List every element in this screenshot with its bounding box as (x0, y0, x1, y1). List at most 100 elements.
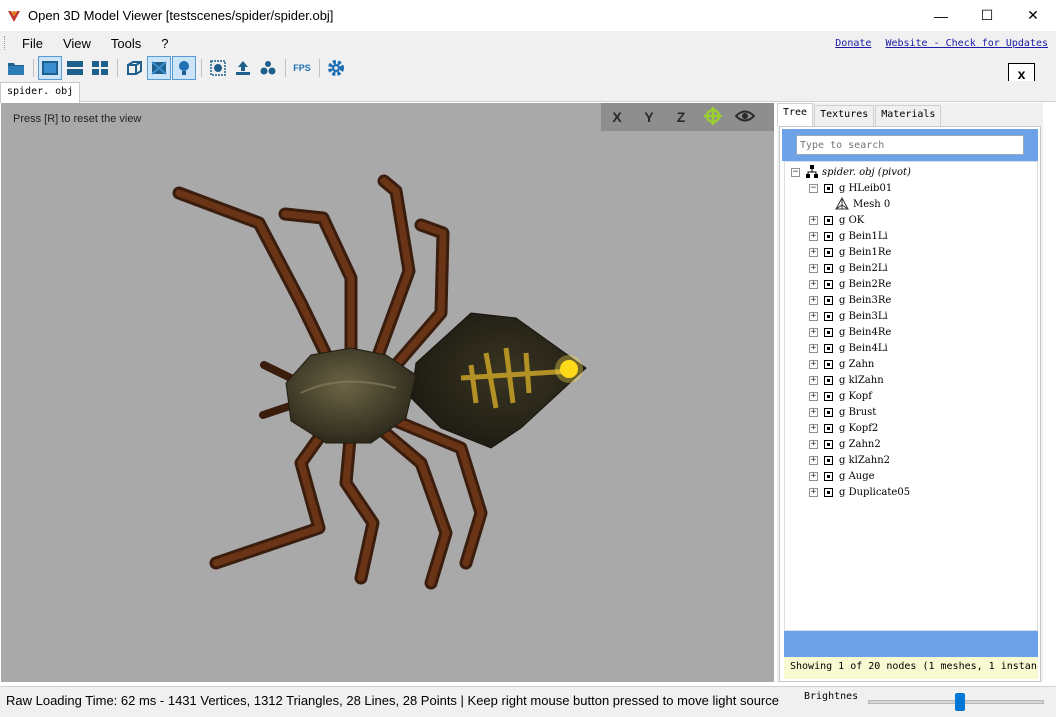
search-input[interactable] (796, 135, 1024, 155)
expand-icon[interactable]: + (809, 343, 818, 353)
menu-tools[interactable]: Tools (101, 36, 151, 51)
node-checkbox[interactable] (824, 279, 833, 289)
collapse-icon[interactable]: − (791, 167, 800, 177)
collapse-icon[interactable]: − (809, 183, 818, 193)
tree-node[interactable]: + g Bein4Re (809, 324, 891, 340)
website-link[interactable]: Website - Check for Updates (885, 38, 1048, 49)
single-view-button[interactable] (38, 56, 62, 80)
donate-link[interactable]: Donate (835, 38, 871, 49)
node-checkbox[interactable] (824, 439, 833, 449)
expand-icon[interactable]: + (809, 231, 818, 241)
tree-node[interactable]: + g Bein3Li (809, 308, 888, 324)
eye-icon[interactable] (729, 109, 761, 126)
axis-y-button[interactable]: Y (633, 109, 665, 125)
tree-node[interactable]: + g Brust (809, 404, 876, 420)
zoom-fit-button[interactable] (206, 56, 230, 80)
two-views-button[interactable] (63, 56, 87, 80)
tab-textures[interactable]: Textures (814, 105, 875, 126)
node-checkbox[interactable] (824, 423, 833, 433)
menu-view[interactable]: View (53, 36, 101, 51)
toolbar-separator (319, 59, 320, 77)
node-checkbox[interactable] (824, 359, 833, 369)
expand-icon[interactable]: + (809, 263, 818, 273)
minimize-button[interactable]: — (918, 0, 964, 31)
tree-node[interactable]: + g Kopf2 (809, 420, 878, 436)
wireframe-button[interactable] (122, 56, 146, 80)
brightness-slider-thumb[interactable] (955, 693, 965, 711)
tab-tree[interactable]: Tree (777, 103, 814, 126)
tree-node[interactable]: + g Bein4Li (809, 340, 888, 356)
tree-node[interactable]: + g Duplicate05 (809, 484, 910, 500)
3d-viewport[interactable]: Press [R] to reset the view X Y Z (1, 103, 774, 682)
expand-icon[interactable]: + (809, 439, 818, 449)
expand-icon[interactable]: + (809, 327, 818, 337)
expand-icon[interactable]: + (809, 455, 818, 465)
tree-node[interactable]: + g Bein1Li (809, 228, 888, 244)
close-window-button[interactable]: ✕ (1010, 0, 1056, 31)
node-checkbox[interactable] (824, 231, 833, 241)
expand-icon[interactable]: + (809, 215, 818, 225)
expand-icon[interactable]: + (809, 471, 818, 481)
node-checkbox[interactable] (824, 247, 833, 257)
node-checkbox[interactable] (824, 295, 833, 305)
node-checkbox[interactable] (824, 343, 833, 353)
tree-node[interactable]: + g klZahn (809, 372, 884, 388)
node-checkbox[interactable] (824, 487, 833, 497)
node-checkbox[interactable] (824, 375, 833, 385)
light-button[interactable] (172, 56, 196, 80)
node-checkbox[interactable] (824, 311, 833, 321)
tree-node[interactable]: + g Auge (809, 468, 875, 484)
tree-node[interactable]: + g Bein2Li (809, 260, 888, 276)
textured-button[interactable] (147, 56, 171, 80)
axis-z-button[interactable]: Z (665, 109, 697, 125)
tree-node[interactable]: − g HLeib01 (809, 180, 892, 196)
expand-icon[interactable]: + (809, 247, 818, 257)
node-checkbox[interactable] (824, 455, 833, 465)
expand-icon[interactable]: + (809, 311, 818, 321)
toolbar-separator (117, 59, 118, 77)
skeleton-button[interactable] (256, 56, 280, 80)
menu-help[interactable]: ? (151, 36, 178, 51)
node-checkbox[interactable] (824, 327, 833, 337)
expand-icon[interactable]: + (809, 375, 818, 385)
tree-root[interactable]: − spider. obj (pivot) (791, 164, 911, 180)
expand-icon[interactable]: + (809, 407, 818, 417)
tree-node[interactable]: + g Zahn2 (809, 436, 881, 452)
settings-button[interactable] (324, 56, 348, 80)
expand-icon[interactable]: + (809, 359, 818, 369)
node-checkbox[interactable] (824, 407, 833, 417)
hierarchy-icon (806, 165, 818, 178)
expand-icon[interactable]: + (809, 295, 818, 305)
tree-node[interactable]: + g klZahn2 (809, 452, 890, 468)
node-checkbox[interactable] (824, 391, 833, 401)
open-button[interactable] (4, 56, 28, 80)
toolbar: FPS (0, 55, 1056, 81)
normals-button[interactable] (231, 56, 255, 80)
tree-node-label: g Kopf (839, 390, 872, 402)
expand-icon[interactable]: + (809, 487, 818, 497)
tree-node[interactable]: + g Bein1Re (809, 244, 891, 260)
tree-node[interactable]: + g Kopf (809, 388, 872, 404)
four-views-button[interactable] (88, 56, 112, 80)
menu-file[interactable]: File (12, 36, 53, 51)
node-checkbox[interactable] (824, 471, 833, 481)
node-checkbox[interactable] (824, 183, 833, 193)
node-checkbox[interactable] (824, 263, 833, 273)
node-checkbox[interactable] (824, 215, 833, 225)
orbit-icon[interactable] (697, 106, 729, 129)
expand-icon[interactable]: + (809, 279, 818, 289)
tree-node[interactable]: + g Bein3Re (809, 292, 891, 308)
tree-node-label: g Bein3Re (839, 294, 892, 306)
document-tab[interactable]: spider. obj (0, 82, 81, 103)
expand-icon[interactable]: + (809, 391, 818, 401)
tree-node[interactable]: + g Zahn (809, 356, 874, 372)
tree-node[interactable]: Mesh 0 (835, 196, 890, 212)
tab-materials[interactable]: Materials (875, 105, 942, 126)
tree-node[interactable]: + g OK (809, 212, 864, 228)
axis-x-button[interactable]: X (601, 109, 633, 125)
expand-icon[interactable]: + (809, 423, 818, 433)
tree-node[interactable]: + g Bein2Re (809, 276, 891, 292)
maximize-button[interactable]: ☐ (964, 0, 1010, 31)
toolbar-separator (285, 59, 286, 77)
fps-button[interactable]: FPS (290, 56, 314, 80)
